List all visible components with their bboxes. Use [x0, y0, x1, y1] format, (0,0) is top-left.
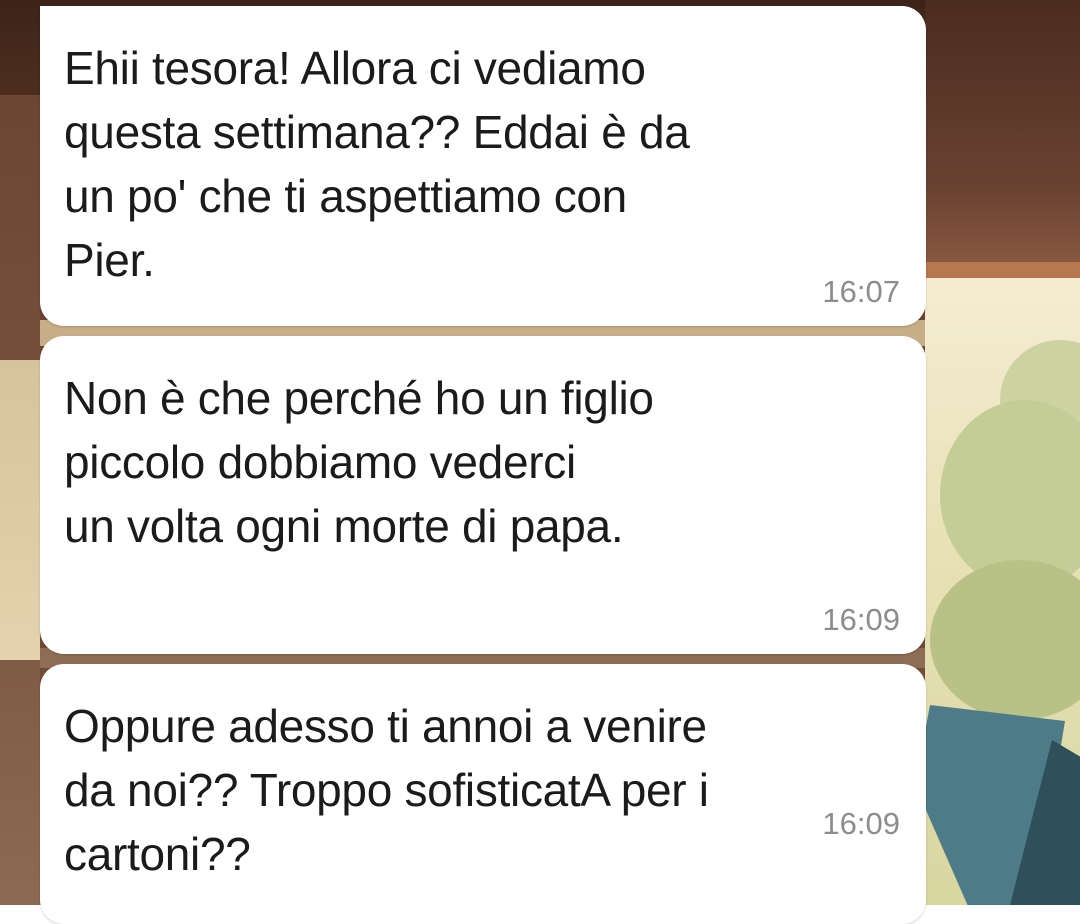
message-bubble-incoming[interactable]: Ehii tesora! Allora ci vediamo questa se… — [40, 6, 926, 326]
message-text: Ehii tesora! Allora ci vediamo questa se… — [64, 42, 690, 286]
message-bubble-incoming[interactable]: Non è che perché ho un figlio piccolo do… — [40, 336, 926, 654]
message-bubble-incoming[interactable]: Oppure adesso ti annoi a venire da noi??… — [40, 664, 926, 924]
message-timestamp: 16:07 — [822, 274, 900, 309]
bubble-tail — [58, 12, 84, 38]
message-timestamp: 16:09 — [822, 806, 900, 841]
message-text: Oppure adesso ti annoi a venire da noi??… — [64, 700, 709, 880]
message-list[interactable]: Ehii tesora! Allora ci vediamo questa se… — [0, 0, 1080, 924]
message-text: Non è che perché ho un figlio piccolo do… — [64, 372, 654, 552]
message-timestamp: 16:09 — [822, 602, 900, 637]
